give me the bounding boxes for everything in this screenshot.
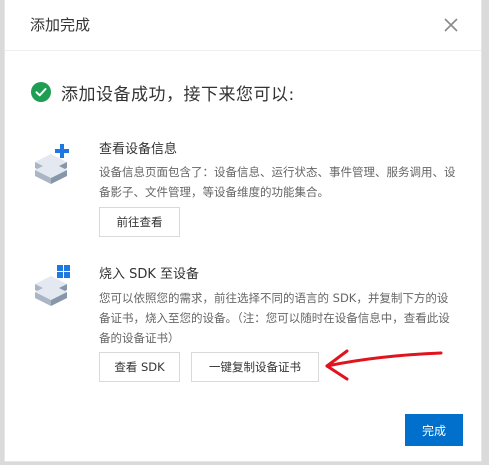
device-add-icon bbox=[29, 140, 77, 188]
success-text: 添加设备成功，接下来您可以: bbox=[61, 84, 295, 105]
go-view-button[interactable]: 前往查看 bbox=[99, 207, 180, 237]
add-complete-dialog: 添加完成 添加设备成功，接下来您可以: 查看设备信息 设备信息页面包含了：设备信… bbox=[5, 0, 481, 461]
red-arrow-annotation bbox=[325, 349, 443, 381]
card-title-burn-sdk: 烧入 SDK 至设备 bbox=[99, 267, 200, 282]
check-circle-icon bbox=[31, 82, 51, 102]
close-icon[interactable] bbox=[441, 15, 461, 35]
copy-certificate-button[interactable]: 一键复制设备证书 bbox=[191, 352, 319, 382]
card-desc-burn-sdk: 您可以依照您的需求，前往选择不同的语言的 SDK，并复制下方的设备证书，烧入至您… bbox=[99, 291, 450, 345]
dialog-header: 添加完成 bbox=[5, 0, 481, 51]
card-desc-device-info: 设备信息页面包含了：设备信息、运行状态、事件管理、服务调用、设备影子、文件管理，… bbox=[99, 165, 456, 199]
view-sdk-button[interactable]: 查看 SDK bbox=[99, 352, 180, 382]
done-button[interactable]: 完成 bbox=[405, 414, 463, 446]
device-sdk-icon bbox=[29, 262, 77, 310]
success-message-row: 添加设备成功，接下来您可以: bbox=[31, 80, 295, 105]
dialog-title: 添加完成 bbox=[30, 16, 91, 34]
card-title-device-info: 查看设备信息 bbox=[99, 142, 178, 157]
